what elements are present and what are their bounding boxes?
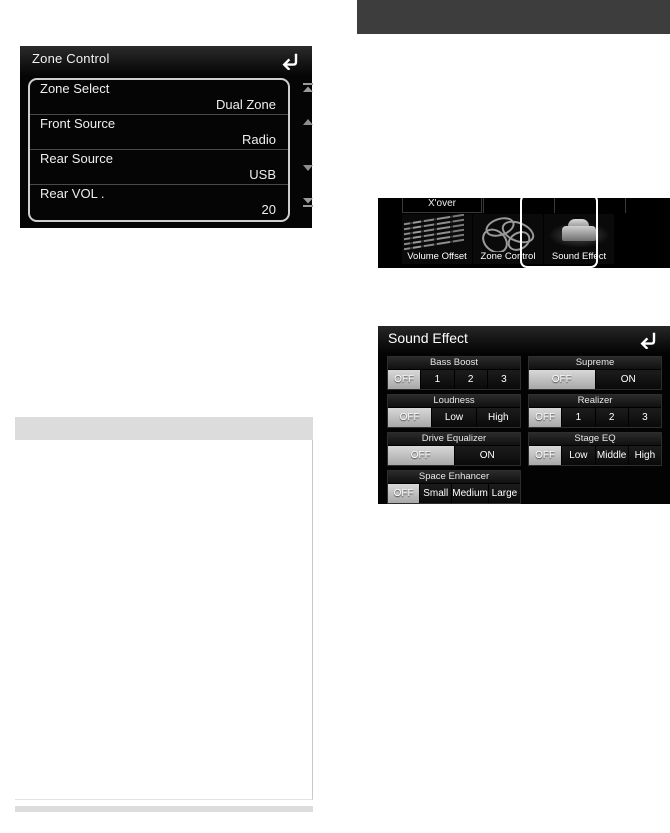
option-button[interactable]: Large — [488, 484, 520, 503]
zone-row-label: Rear VOL . — [40, 186, 105, 201]
zone-row-value: 20 — [261, 202, 276, 217]
setting-group-title: Supreme — [529, 357, 661, 370]
list-item[interactable]: Front Source Radio — [30, 115, 288, 150]
strip-divider — [483, 198, 484, 213]
option-button[interactable]: Low — [432, 408, 477, 427]
xover-label: X'over — [427, 198, 457, 209]
zone-row-label: Zone Select — [40, 81, 110, 96]
setting-group-title: Realizer — [529, 395, 661, 408]
option-button[interactable]: 3 — [628, 408, 661, 427]
document-body — [15, 440, 313, 800]
option-button[interactable]: OFF — [388, 370, 422, 389]
document-content-block — [15, 417, 313, 823]
selection-highlight-box — [520, 194, 598, 268]
setting-group-space-enhancer: Space Enhancer OFF Small Medium Large — [387, 470, 521, 504]
icon-strip-item-label: Volume Offset — [407, 251, 467, 262]
scroll-down-button[interactable] — [296, 160, 320, 182]
list-item[interactable]: Rear Source USB — [30, 150, 288, 185]
icon-strip-item-volume-offset[interactable]: Volume Offset — [402, 214, 472, 264]
sound-effect-header: Sound Effect — [378, 326, 670, 354]
option-button[interactable]: ON — [454, 446, 520, 465]
zone-row-label: Rear Source — [40, 151, 113, 166]
zone-row-value: USB — [249, 167, 276, 182]
setting-group-title: Drive Equalizer — [388, 433, 520, 446]
setting-group-title: Space Enhancer — [388, 471, 520, 484]
scroll-to-bottom-button[interactable] — [296, 194, 320, 216]
scroll-to-top-button[interactable] — [296, 80, 320, 102]
equalizer-thumbnail — [402, 214, 472, 252]
option-button[interactable]: ON — [595, 370, 661, 389]
setting-group-title: Stage EQ — [529, 433, 661, 446]
zone-control-panel: Zone Control Zone Select Dual Zone Front… — [20, 46, 313, 228]
option-button[interactable]: 1 — [421, 370, 455, 389]
setting-group-stage-eq: Stage EQ OFF Low Middle High — [528, 432, 662, 466]
sound-effect-left-column: Bass Boost OFF 1 2 3 Loudness OFF Low Hi… — [387, 356, 521, 508]
setting-group-realizer: Realizer OFF 1 2 3 — [528, 394, 662, 428]
strip-divider — [625, 198, 626, 213]
setting-group-title: Loudness — [388, 395, 520, 408]
scroll-button-column — [296, 80, 320, 222]
option-button[interactable]: Low — [562, 446, 596, 465]
option-button[interactable]: 1 — [562, 408, 596, 427]
document-footer-bar — [15, 806, 313, 812]
option-button[interactable]: 3 — [487, 370, 520, 389]
option-button[interactable]: OFF — [388, 484, 421, 503]
sound-menu-icon-strip: X'over Volume Offset Zone Control Sound … — [378, 194, 670, 268]
list-item[interactable]: Zone Select Dual Zone — [30, 80, 288, 115]
option-button[interactable]: 2 — [454, 370, 488, 389]
setting-group-drive-equalizer: Drive Equalizer OFF ON — [387, 432, 521, 466]
setting-group-title: Bass Boost — [388, 357, 520, 370]
option-button[interactable]: Middle — [595, 446, 629, 465]
back-arrow-icon[interactable] — [280, 52, 302, 70]
setting-group-loudness: Loudness OFF Low High — [387, 394, 521, 428]
option-button[interactable]: OFF — [529, 370, 596, 389]
option-button[interactable]: Small — [420, 484, 453, 503]
zone-control-header: Zone Control — [20, 46, 312, 76]
document-header-bar — [15, 417, 313, 440]
option-button[interactable]: Medium — [452, 484, 489, 503]
sound-effect-right-column: Supreme OFF ON Realizer OFF 1 2 3 Stage … — [528, 356, 662, 470]
option-button[interactable]: OFF — [529, 408, 563, 427]
zone-row-value: Radio — [242, 132, 276, 147]
zone-row-value: Dual Zone — [216, 97, 276, 112]
sound-effect-panel: Sound Effect Bass Boost OFF 1 2 3 Loudne… — [378, 326, 670, 504]
option-button[interactable]: High — [628, 446, 661, 465]
zone-control-list: Zone Select Dual Zone Front Source Radio… — [28, 78, 290, 222]
option-button[interactable]: OFF — [388, 408, 433, 427]
zone-row-label: Front Source — [40, 116, 116, 131]
option-button[interactable]: OFF — [529, 446, 563, 465]
list-item[interactable]: Rear VOL . 20 — [30, 185, 288, 220]
sound-effect-title: Sound Effect — [388, 330, 468, 346]
scroll-up-button[interactable] — [296, 114, 320, 136]
setting-group-supreme: Supreme OFF ON — [528, 356, 662, 390]
option-button[interactable]: 2 — [595, 408, 629, 427]
option-button[interactable]: OFF — [388, 446, 455, 465]
back-arrow-icon[interactable] — [638, 331, 660, 349]
setting-group-bass-boost: Bass Boost OFF 1 2 3 — [387, 356, 521, 390]
top-dark-banner — [357, 0, 670, 34]
option-button[interactable]: High — [476, 408, 520, 427]
xover-cell[interactable]: X'over — [402, 198, 482, 213]
zone-control-title: Zone Control — [32, 51, 110, 66]
